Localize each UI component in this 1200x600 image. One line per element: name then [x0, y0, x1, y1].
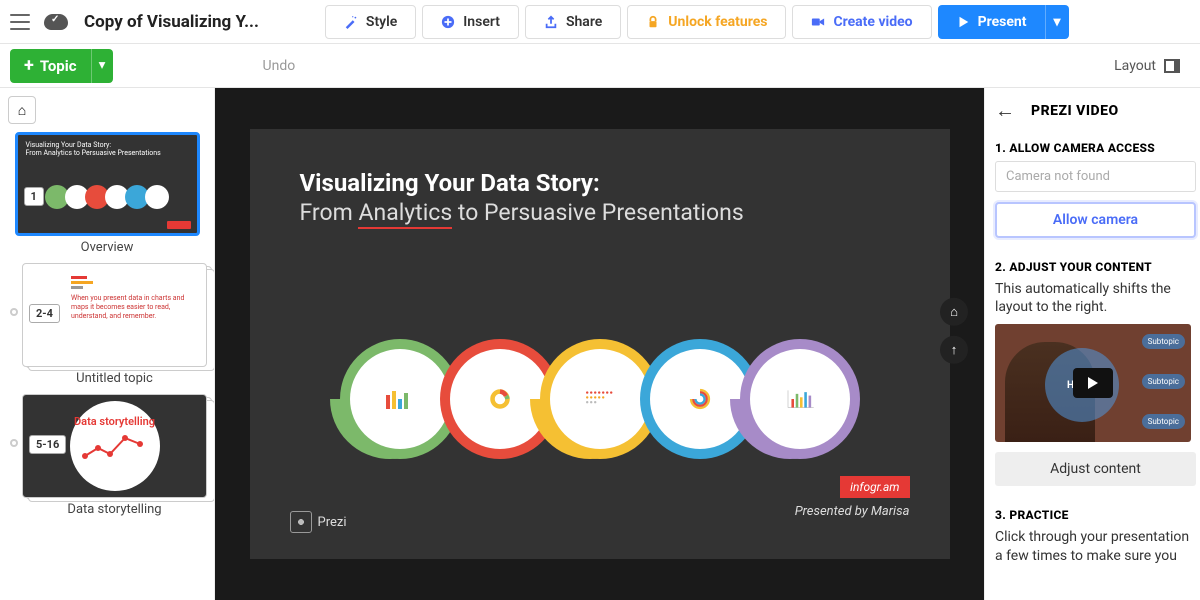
- topic-circle-1[interactable]: [350, 349, 450, 449]
- thumb-badge: 2-4: [29, 304, 60, 323]
- present-button[interactable]: Present: [938, 5, 1045, 39]
- slide-subtitle[interactable]: From Analytics to Persuasive Presentatio…: [300, 199, 900, 226]
- timeline-dot: [10, 308, 18, 316]
- section-1-title: 1. ALLOW CAMERA ACCESS: [995, 141, 1196, 155]
- thumbnail-label: Overview: [81, 240, 134, 255]
- nav-home-button[interactable]: ⌂: [940, 298, 968, 326]
- create-video-button[interactable]: Create video: [792, 5, 931, 39]
- section-3-title: 3. PRACTICE: [995, 508, 1196, 522]
- prezi-logo-icon: [290, 511, 312, 533]
- document-title[interactable]: Copy of Visualizing Y...: [84, 12, 259, 32]
- present-label: Present: [978, 14, 1027, 30]
- play-icon: [1088, 377, 1098, 389]
- insert-button[interactable]: Insert: [422, 5, 519, 39]
- section-2-title: 2. ADJUST YOUR CONTENT: [995, 260, 1196, 274]
- home-button[interactable]: ⌂: [8, 96, 36, 124]
- thumb-footer-badge: [167, 221, 191, 229]
- panel-title: PREZI VIDEO: [1031, 103, 1119, 119]
- create-video-label: Create video: [833, 14, 912, 30]
- style-button[interactable]: Style: [325, 5, 416, 39]
- allow-camera-button[interactable]: Allow camera: [995, 202, 1196, 238]
- topic-label: Topic: [40, 57, 77, 75]
- infogram-badge: infogr.am: [840, 476, 909, 498]
- section-2-text: This automatically shifts the layout to …: [995, 280, 1196, 316]
- plus-icon: +: [24, 55, 34, 76]
- canvas[interactable]: Visualizing Your Data Story: From Analyt…: [215, 88, 984, 600]
- plus-circle-icon: [441, 15, 455, 29]
- share-label: Share: [566, 14, 602, 30]
- home-icon: ⌂: [950, 304, 958, 320]
- slide-main[interactable]: Visualizing Your Data Story: From Analyt…: [250, 129, 950, 559]
- lock-icon: [646, 15, 660, 29]
- topic-circle-3[interactable]: [550, 349, 650, 449]
- section-3-text: Click through your presentation a few ti…: [995, 528, 1196, 564]
- slide-panel: ⌂ Visualizing Your Data Story: From Anal…: [0, 88, 215, 600]
- topic-dropdown[interactable]: ▾: [91, 49, 113, 83]
- thumb-text: When you present data in charts and maps…: [71, 294, 191, 321]
- play-button[interactable]: [1073, 368, 1113, 398]
- video-preview[interactable]: HELLO Subtopic Subtopic Subtopic: [995, 324, 1191, 442]
- timeline-dot: [10, 439, 18, 447]
- prezi-video-panel: ← PREZI VIDEO 1. ALLOW CAMERA ACCESS Cam…: [984, 88, 1200, 600]
- video-subtopic-badge: Subtopic: [1142, 414, 1185, 429]
- present-dropdown[interactable]: ▾: [1045, 5, 1069, 39]
- share-icon: [544, 15, 558, 29]
- topic-circle-5[interactable]: [750, 349, 850, 449]
- video-camera-icon: [811, 15, 825, 29]
- thumbnail-untitled[interactable]: 2-4 When you present data in charts and …: [22, 263, 207, 367]
- slide-topic-circles: [290, 339, 910, 459]
- video-subtopic-badge: Subtopic: [1142, 334, 1185, 349]
- video-subtopic-badge: Subtopic: [1142, 374, 1185, 389]
- unlock-label: Unlock features: [668, 14, 767, 30]
- slide-title[interactable]: Visualizing Your Data Story:: [300, 169, 900, 197]
- thumbnail-label: Untitled topic: [76, 371, 153, 386]
- home-icon: ⌂: [18, 102, 26, 119]
- layout-label: Layout: [1114, 58, 1156, 74]
- layout-panel-icon: [1164, 59, 1180, 73]
- cloud-sync-icon[interactable]: [44, 14, 68, 30]
- thumb-graphic: [18, 185, 197, 209]
- menu-icon[interactable]: [10, 14, 30, 30]
- camera-status: Camera not found: [995, 161, 1196, 192]
- unlock-features-button[interactable]: Unlock features: [627, 5, 786, 39]
- adjust-content-button[interactable]: Adjust content: [995, 452, 1196, 486]
- thumbnail-label: Data storytelling: [67, 502, 161, 517]
- style-label: Style: [366, 14, 397, 30]
- thumbnail-story[interactable]: 5-16 Data storytelling: [22, 394, 207, 498]
- nav-up-button[interactable]: ↑: [940, 336, 968, 364]
- thumb-badge: 5-16: [29, 435, 66, 454]
- arrow-up-icon: ↑: [951, 342, 958, 358]
- slide-footer-logo: Prezi: [290, 511, 347, 533]
- undo-button[interactable]: Undo: [263, 58, 296, 74]
- presented-by: Presented by Marisa: [795, 504, 910, 519]
- thumb-text: Visualizing Your Data Story: From Analyt…: [26, 141, 161, 158]
- prezi-label: Prezi: [318, 515, 347, 530]
- layout-button[interactable]: Layout: [1104, 52, 1190, 80]
- back-arrow-icon[interactable]: ←: [995, 98, 1015, 123]
- play-icon: [956, 15, 970, 29]
- wand-icon: [344, 15, 358, 29]
- insert-label: Insert: [463, 14, 500, 30]
- add-topic-button[interactable]: + Topic: [10, 49, 91, 83]
- thumbnail-overview[interactable]: Visualizing Your Data Story: From Analyt…: [15, 132, 200, 236]
- thumb-bars: [71, 276, 93, 289]
- share-button[interactable]: Share: [525, 5, 621, 39]
- thumb-graphic: Data storytelling: [70, 401, 160, 491]
